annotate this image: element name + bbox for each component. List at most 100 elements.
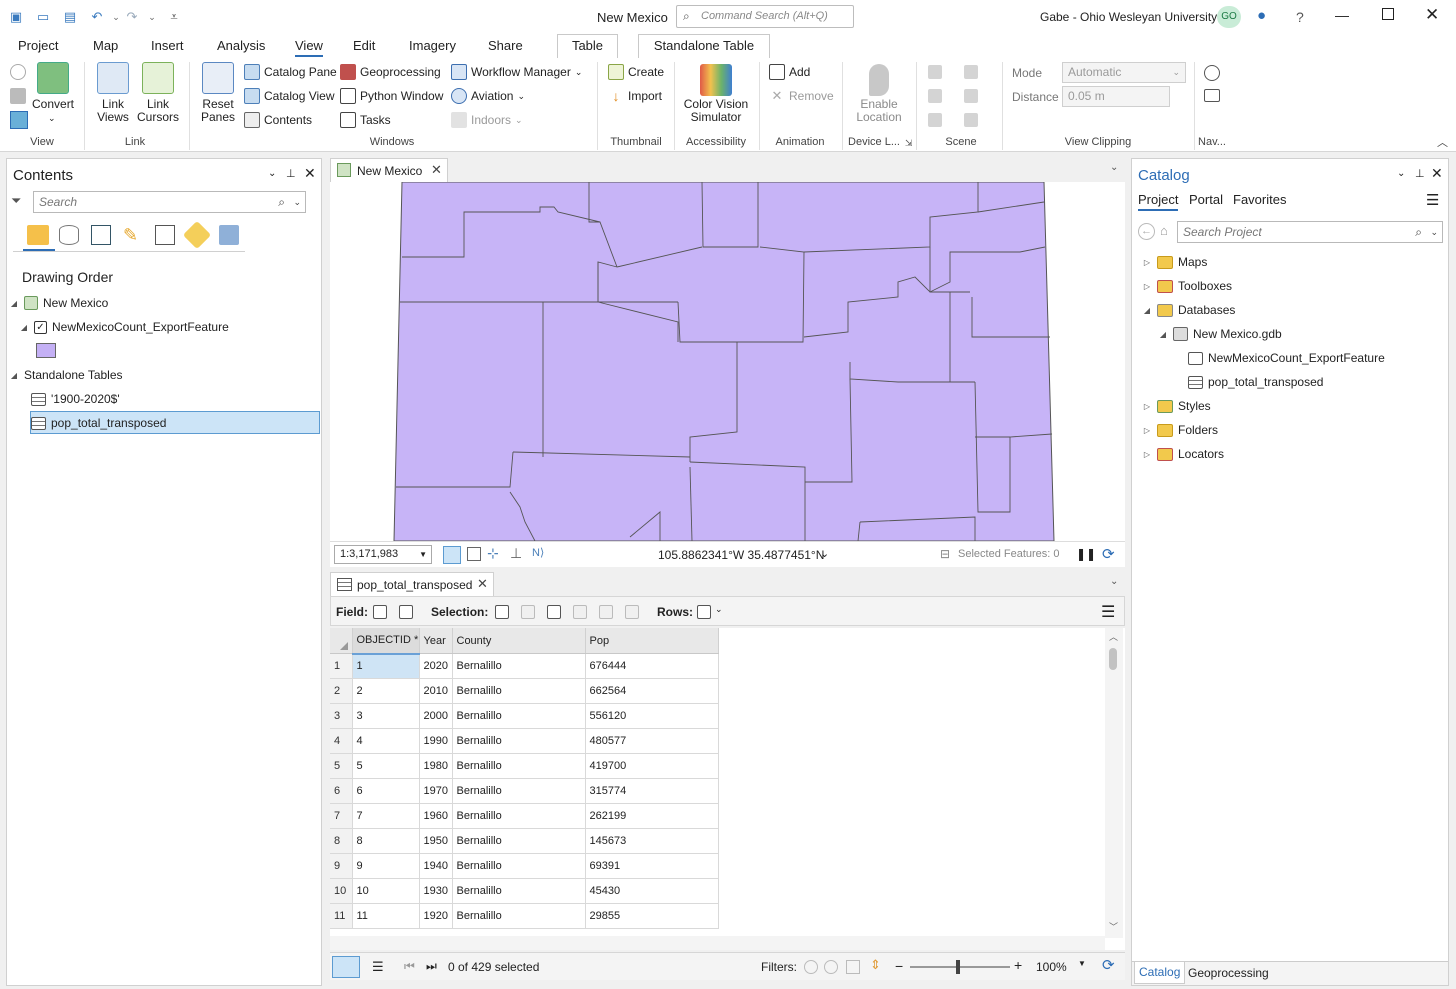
scrollbar-thumb[interactable] [1109, 648, 1117, 670]
pop-cell[interactable]: 480577 [585, 728, 719, 754]
table-node[interactable]: pop_total_transposed [31, 416, 166, 430]
year-cell[interactable]: 1960 [419, 803, 453, 829]
collapse-triangle-icon[interactable]: ◢ [1158, 330, 1168, 339]
expand-triangle-icon[interactable]: ▷ [1142, 426, 1152, 435]
table-row[interactable]: 10 10 1930 Bernalillo 45430 [330, 878, 719, 904]
workflow-manager-button[interactable]: Workflow Manager ⌄ [451, 64, 582, 80]
tab-edit[interactable]: Edit [353, 38, 375, 53]
pop-cell[interactable]: 315774 [585, 778, 719, 804]
command-search[interactable]: ⌕ Command Search (Alt+Q) [676, 5, 854, 28]
tab-analysis[interactable]: Analysis [217, 38, 265, 53]
objectid-cell[interactable]: 9 [352, 853, 420, 879]
row-number-cell[interactable]: 2 [330, 678, 353, 704]
county-cell[interactable]: Bernalillo [452, 828, 586, 854]
column-header-objectid[interactable]: OBJECTID * [352, 628, 420, 655]
layer-node[interactable]: ◢ ✓ NewMexicoCount_ExportFeature [19, 320, 229, 334]
grid-snapping-icon[interactable] [443, 546, 461, 564]
list-by-perspective-icon[interactable] [219, 225, 239, 245]
pop-cell[interactable]: 45430 [585, 878, 719, 904]
next-record-icon[interactable]: ⏭ [426, 959, 437, 974]
expand-triangle-icon[interactable]: ◢ [9, 371, 19, 380]
pop-cell[interactable]: 145673 [585, 828, 719, 854]
row-number-cell[interactable]: 3 [330, 703, 353, 729]
tab-view[interactable]: View [295, 38, 323, 57]
objectid-cell[interactable]: 4 [352, 728, 420, 754]
catalog-item-maps[interactable]: ▷ Maps [1142, 255, 1207, 269]
bottom-tab-geoprocessing[interactable]: Geoprocessing [1188, 966, 1269, 980]
help-icon[interactable]: ? [1296, 9, 1304, 25]
show-all-records-button[interactable] [332, 956, 360, 978]
pop-cell[interactable]: 262199 [585, 803, 719, 829]
table-menu-icon[interactable]: ☰ [1101, 602, 1115, 622]
pin-icon[interactable]: ⊥ [286, 167, 296, 180]
link-cursors-button[interactable]: Link Cursors [135, 98, 181, 124]
objectid-cell[interactable]: 6 [352, 778, 420, 804]
list-by-drawing-order-icon[interactable] [27, 225, 49, 245]
enable-location-button[interactable]: Enable Location [852, 98, 906, 124]
collapse-triangle-icon[interactable]: ◢ [1142, 306, 1152, 315]
zoom-slider[interactable] [910, 960, 1010, 974]
county-cell[interactable]: Bernalillo [452, 853, 586, 879]
undo-icon[interactable]: ↶ [89, 9, 105, 25]
table-row[interactable]: 9 9 1940 Bernalillo 69391 [330, 853, 719, 879]
add-field-icon[interactable] [373, 605, 387, 619]
north-arrow-icon[interactable]: N⟩ [532, 546, 544, 559]
select-by-attributes-icon[interactable] [495, 605, 509, 619]
scene-tool-icon[interactable] [928, 65, 942, 79]
customize-toolbar-icon[interactable]: ⩡ [166, 9, 182, 25]
tab-map[interactable]: Map [93, 38, 118, 53]
table-row[interactable]: 3 3 2000 Bernalillo 556120 [330, 703, 719, 729]
map-canvas[interactable] [330, 182, 1125, 541]
table-row[interactable]: 11 11 1920 Bernalillo 29855 [330, 903, 719, 929]
chevron-down-icon[interactable]: ⌄ [1110, 576, 1118, 587]
row-number-cell[interactable]: 10 [330, 878, 353, 904]
year-cell[interactable]: 1920 [419, 903, 453, 929]
import-thumbnail-button[interactable]: ↓ Import [608, 88, 663, 104]
county-map[interactable] [330, 182, 1125, 541]
link-views-icon[interactable] [97, 62, 129, 94]
close-pane-icon[interactable]: ✕ [304, 165, 316, 182]
definition-filter-icon[interactable] [846, 960, 860, 974]
close-window-button[interactable]: ✕ [1425, 5, 1439, 25]
catalog-item-table[interactable]: pop_total_transposed [1188, 375, 1323, 389]
reset-panes-icon[interactable] [202, 62, 234, 94]
select-all-corner[interactable] [330, 628, 353, 654]
expand-triangle-icon[interactable]: ◢ [19, 323, 29, 332]
refresh-icon[interactable]: ⟳ [1102, 956, 1115, 974]
reset-panes-button[interactable]: Reset Panes [195, 98, 241, 124]
extent-filter-icon[interactable] [804, 960, 818, 974]
close-tab-icon[interactable]: ✕ [431, 162, 442, 178]
scale-dropdown[interactable]: 1:3,171,983 ▼ [334, 545, 432, 564]
objectid-cell[interactable]: 3 [352, 703, 420, 729]
catalog-pane-button[interactable]: Catalog Pane [244, 64, 337, 80]
expand-triangle-icon[interactable]: ▷ [1142, 258, 1152, 267]
year-cell[interactable]: 1980 [419, 753, 453, 779]
selected-features-count[interactable]: Selected Features: 0 [958, 548, 1060, 560]
row-number-cell[interactable]: 7 [330, 803, 353, 829]
row-number-cell[interactable]: 11 [330, 903, 353, 929]
redo-dropdown-icon[interactable]: ⌄ [144, 9, 160, 25]
row-number-cell[interactable]: 8 [330, 828, 353, 854]
expand-triangle-icon[interactable]: ▷ [1142, 402, 1152, 411]
row-number-cell[interactable]: 5 [330, 753, 353, 779]
copy-selection-icon[interactable] [625, 605, 639, 619]
list-by-source-icon[interactable] [59, 225, 79, 245]
list-by-editing-icon[interactable]: ✎ [123, 225, 143, 245]
catalog-item-geodatabase[interactable]: ◢ New Mexico.gdb [1158, 327, 1282, 341]
year-cell[interactable]: 1940 [419, 853, 453, 879]
open-project-icon[interactable]: ▭ [35, 9, 51, 25]
close-tab-icon[interactable]: ✕ [477, 576, 488, 592]
objectid-cell[interactable]: 8 [352, 828, 420, 854]
catalog-item-feature-class[interactable]: NewMexicoCount_ExportFeature [1188, 351, 1385, 365]
zoom-in-icon[interactable]: + [1014, 957, 1022, 973]
attribute-grid[interactable]: OBJECTID * Year County Pop 1 1 2020 Bernali… [330, 628, 719, 929]
objectid-cell[interactable]: 7 [352, 803, 420, 829]
convert-icon[interactable] [37, 62, 69, 94]
pop-cell[interactable]: 69391 [585, 853, 719, 879]
dialog-launcher-icon[interactable]: ⇲ [905, 138, 913, 149]
objectid-cell[interactable]: 11 [352, 903, 420, 929]
row-number-cell[interactable]: 9 [330, 853, 353, 879]
time-filter-icon[interactable] [824, 960, 838, 974]
row-number-cell[interactable]: 4 [330, 728, 353, 754]
expand-triangle-icon[interactable]: ▷ [1142, 282, 1152, 291]
